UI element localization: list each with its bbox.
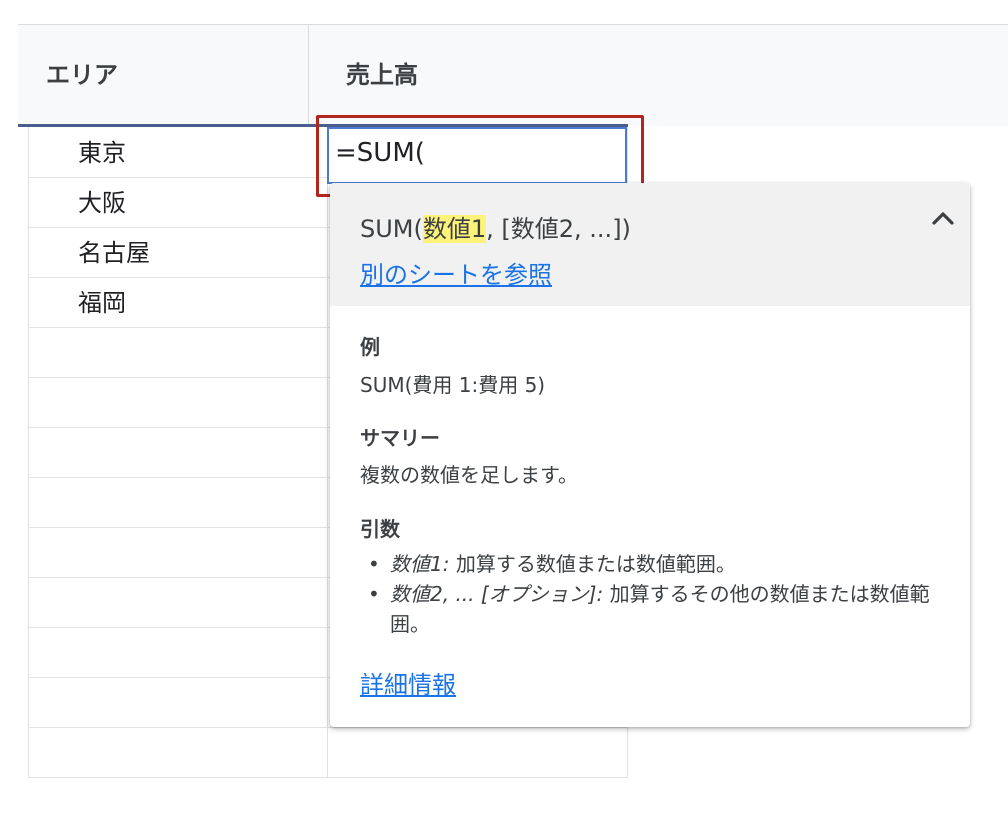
argument-description: 加算する数値または数値範囲。	[449, 552, 736, 576]
arguments-heading: 引数	[360, 517, 400, 541]
bullet: •	[368, 582, 380, 606]
learn-more-link[interactable]: 詳細情報	[360, 665, 456, 700]
reference-other-sheet-link[interactable]: 別のシートを参照	[360, 255, 552, 290]
summary-text: 複数の数値を足します。	[360, 463, 578, 487]
arguments-list: • 数値1: 加算する数値または数値範囲。 • 数値2, ... [オプション]…	[360, 549, 940, 639]
column-header-sales-label: 売上高	[346, 61, 418, 89]
bullet: •	[368, 552, 380, 576]
function-help-header: SUM(数値1, [数値2, ...]) 別のシートを参照	[330, 183, 970, 306]
cell-area[interactable]: 大阪	[78, 183, 126, 218]
grid-line	[327, 127, 328, 777]
cell-area[interactable]: 福岡	[78, 283, 126, 318]
column-header-row: エリア 売上高	[18, 25, 1008, 126]
table-row[interactable]	[28, 727, 628, 778]
column-header-area[interactable]: エリア	[28, 25, 326, 126]
argument-name: 数値2, ... [オプション]:	[390, 582, 604, 606]
function-help-popup: SUM(数値1, [数値2, ...]) 別のシートを参照 例 SUM(費用 1…	[330, 183, 970, 727]
cell-area[interactable]: 名古屋	[78, 233, 150, 268]
column-header-area-label: エリア	[46, 61, 118, 89]
signature-prefix: SUM(	[360, 215, 423, 243]
chevron-up-icon[interactable]	[928, 203, 958, 233]
grid-line	[28, 127, 29, 777]
example-heading: 例	[360, 335, 380, 359]
signature-suffix: , [数値2, ...])	[486, 215, 631, 243]
list-item: • 数値1: 加算する数値または数値範囲。	[360, 549, 940, 579]
example-text: SUM(費用 1:費用 5)	[360, 373, 546, 397]
function-signature: SUM(数値1, [数値2, ...])	[360, 209, 631, 244]
header-divider	[308, 24, 309, 126]
argument-name: 数値1:	[390, 552, 450, 576]
cell-area[interactable]: 東京	[78, 133, 126, 168]
current-parameter: 数値1	[422, 215, 487, 243]
column-header-sales[interactable]: 売上高	[328, 25, 1008, 126]
summary-heading: サマリー	[360, 426, 440, 450]
list-item: • 数値2, ... [オプション]: 加算するその他の数値または数値範囲。	[360, 579, 940, 639]
